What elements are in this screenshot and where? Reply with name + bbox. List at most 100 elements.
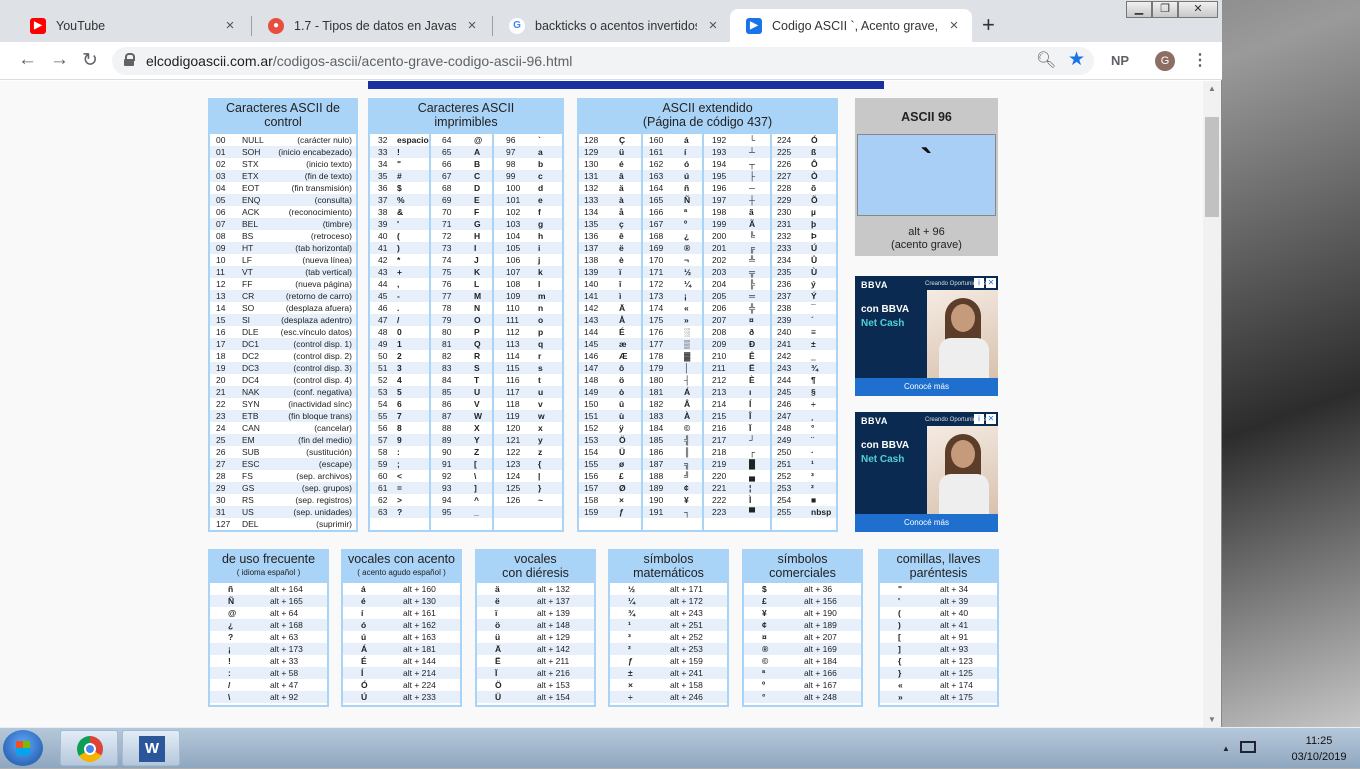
printable-char: X [474,423,480,433]
close-window-button[interactable]: ✕ [1178,1,1218,18]
extended-char: ╗ [684,459,691,469]
extended-row: 155 ø 187 ╗ 219 █ 251 ¹ [579,458,836,470]
close-tab-icon[interactable]: × [705,17,721,34]
extended-code: 176 [649,327,664,337]
shortcut-table: símbolos comerciales $ alt + 36 £ alt + 156 ¥ a… [742,549,863,707]
printable-code: 65 [442,147,452,157]
column-separator [770,134,772,530]
close-tab-icon[interactable]: × [464,17,480,34]
shortcut-char: á [361,584,366,594]
ad-cta-button[interactable]: Conocé más [855,378,998,396]
ascii-96-card: ASCII 96 ` alt + 96 (acento grave) [855,98,998,256]
course-icon: ● [268,17,284,34]
extended-code: 181 [649,387,664,397]
tab-backticks[interactable]: G backticks o acentos invertidos - B × [493,9,731,42]
extended-code: 178 [649,351,664,361]
extended-char: ß [811,147,817,157]
menu-icon[interactable]: ⋮ [1192,50,1208,70]
extended-code: 151 [584,411,599,421]
printable-code: 84 [442,375,452,385]
ad-info-icon[interactable]: i [974,414,984,424]
tab-codigo-ascii[interactable]: ▶ Codigo ASCII `, Acento grave, tab × [730,9,972,42]
shortcut-row: ° alt + 248 [744,691,861,703]
ad-close-icon[interactable]: ✕ [986,414,996,424]
scroll-down-arrow-icon[interactable]: ▼ [1208,715,1216,724]
start-button[interactable] [3,730,43,766]
extended-code: 188 [649,471,664,481]
back-button[interactable]: ← [18,49,37,71]
extended-char: ╬ [749,303,756,313]
forward-button[interactable]: → [50,49,69,71]
control-row: 31 US (sep. unidades) [210,506,356,518]
close-tab-icon[interactable]: × [222,17,238,34]
control-description: (escape) [318,459,352,469]
extended-code: 175 [649,315,664,325]
extended-char: ░ [684,327,691,337]
extended-char: Ô [811,159,818,169]
shortcut-title-line1: símbolos [777,552,828,566]
shortcut-row: ü alt + 129 [477,631,594,643]
taskbar-word[interactable]: W [122,730,180,766]
clock[interactable]: 11:25 03/10/2019 [1274,733,1360,765]
printable-char: x [538,423,543,433]
taskbar-chrome[interactable] [60,730,118,766]
printable-row: 45- 77 M 109 m [370,290,562,302]
shortcut-alt-code: alt + 207 [804,632,837,642]
scroll-up-arrow-icon[interactable]: ▲ [1208,84,1216,93]
printable-title-line2: imprimibles [434,115,498,129]
zoom-icon[interactable]: 🔍︎ [1036,50,1056,70]
extended-code: 187 [649,459,664,469]
bbva-ad[interactable]: BBVA Creando Oportunidades i ✕ con BBVA … [855,412,998,532]
shortcut-alt-code: alt + 167 [804,680,837,690]
printable-code: 100 [506,183,521,193]
printable-char: f [538,207,541,217]
printable-char: ~ [538,495,543,505]
shortcut-char: é [361,596,366,606]
shortcut-char: ) [898,620,901,630]
control-abbr: FF [242,279,253,289]
extended-code: 130 [584,159,599,169]
printable-char: ( [397,231,400,241]
scrollbar-thumb[interactable] [1205,117,1219,217]
show-hidden-icons-icon[interactable]: ▲ [1222,744,1230,753]
shortcut-table-title: símbolos matemáticos [608,552,729,580]
close-tab-icon[interactable]: × [946,17,962,34]
restore-button[interactable]: ❐ [1152,1,1178,18]
extended-char: ┼ [749,195,756,205]
ad-info-icon[interactable]: i [974,278,984,288]
extended-row: 157 Ø 189 ¢ 221 ¦ 253 ² [579,482,836,494]
reload-button[interactable]: ↻ [82,49,98,72]
tab-tipos-de-datos[interactable]: ● 1.7 - Tipos de datos en Javascript × [252,9,490,42]
minimize-button[interactable]: ▁ [1126,1,1152,18]
address-bar[interactable]: elcodigoascii.com.ar/codigos-ascii/acent… [112,47,1094,75]
shortcut-alt-code: alt + 129 [537,632,570,642]
shortcut-alt-code: alt + 160 [403,584,436,594]
extended-char: â [619,171,624,181]
extended-char: ä [619,183,624,193]
profile-avatar[interactable]: G [1155,51,1175,71]
extended-char: ¬ [684,255,689,265]
new-tab-button[interactable]: + [982,12,995,38]
shortcut-table-title: de uso frecuente ( idioma español ) [208,552,329,580]
shortcut-char: ü [495,632,501,642]
bbva-ad[interactable]: BBVA Creando Oportunidades i ✕ con BBVA … [855,276,998,396]
tab-youtube[interactable]: ▶ YouTube × [14,9,248,42]
printable-char: r [538,351,542,361]
top-banner-ad[interactable] [368,81,884,89]
extended-row: 135 ç 167 º 199 Ã 231 þ [579,218,836,230]
shortcut-row: ë alt + 137 [477,595,594,607]
extended-char: ┬ [749,159,756,169]
extension-np[interactable]: NP [1111,53,1129,68]
vertical-scrollbar[interactable]: ▲ ▼ [1203,81,1221,727]
extended-char: ¾ [811,363,819,373]
ad-close-icon[interactable]: ✕ [986,278,996,288]
control-title-line2: control [264,115,302,129]
printable-char: t [538,375,541,385]
extended-char: î [619,279,622,289]
extended-char: ▄ [749,471,756,481]
network-icon[interactable] [1240,741,1256,753]
control-code: 17 [216,339,226,349]
ad-cta-button[interactable]: Conocé más [855,514,998,532]
shortcut-row: ö alt + 148 [477,619,594,631]
bookmark-star-icon[interactable]: ★ [1068,48,1085,71]
